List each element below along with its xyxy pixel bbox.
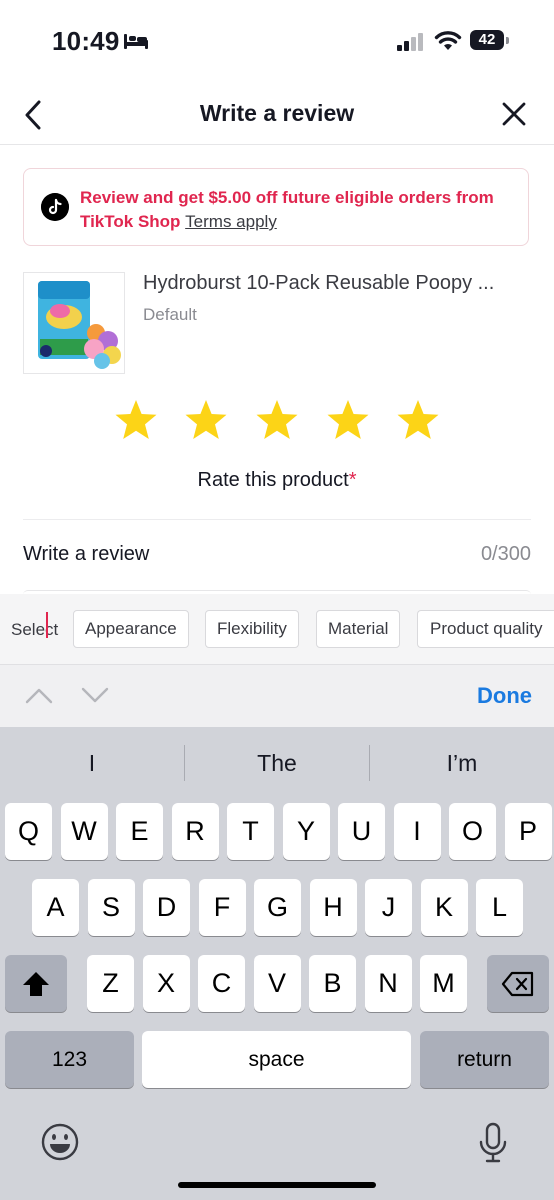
key-v[interactable]: V [253,955,301,1012]
space-key[interactable]: space [142,1031,411,1088]
tag-select-label: Select [11,620,59,639]
key-g[interactable]: G [254,879,301,936]
shift-icon [23,972,49,996]
tag-material[interactable]: Material [316,610,401,648]
product-image [38,281,121,369]
status-time: 10:49 [52,26,120,56]
key-p[interactable]: P [504,803,552,860]
return-key[interactable]: return [420,1031,549,1088]
rate-label-text: Rate this product [197,469,349,491]
wifi-icon [434,31,462,50]
tag-product-quality[interactable]: Product quality [417,610,554,648]
promo-message: Review and get $5.00 off future eligible… [80,188,494,231]
key-u[interactable]: U [338,803,385,860]
terms-link[interactable]: Terms apply [185,212,277,231]
key-z[interactable]: Z [87,955,134,1012]
suggestion-1[interactable]: I [0,750,184,777]
key-a[interactable]: A [32,879,79,936]
star-3-icon[interactable] [255,398,299,442]
cellular-signal-icon [397,33,423,51]
key-d[interactable]: D [143,879,190,936]
shift-key[interactable] [5,955,67,1012]
text-cursor [46,612,48,638]
key-e[interactable]: E [116,803,163,860]
required-mark: * [348,469,357,491]
star-5-icon[interactable] [396,398,440,442]
review-heading: Write a review [23,543,150,565]
key-q[interactable]: Q [5,803,52,860]
key-n[interactable]: N [364,955,412,1012]
battery-indicator: 42 [470,30,510,52]
key-b[interactable]: B [309,955,356,1012]
emoji-icon[interactable] [40,1122,80,1162]
key-c[interactable]: C [198,955,245,1012]
rate-label: Rate this product* [0,469,554,492]
key-f[interactable]: F [198,879,246,936]
key-i[interactable]: I [393,803,441,860]
star-2-icon[interactable] [184,398,228,442]
microphone-icon[interactable] [478,1122,508,1164]
product-variant: Default [143,305,197,324]
suggestion-2[interactable]: The [185,750,369,777]
chevron-down-icon[interactable] [81,686,109,704]
key-t[interactable]: T [227,803,274,860]
done-button[interactable]: Done [460,683,532,709]
suggestion-3[interactable]: I’m [370,750,554,777]
sleep-mode-icon [124,34,148,49]
backspace-icon [501,971,534,997]
key-w[interactable]: W [60,803,108,860]
key-s[interactable]: S [87,879,135,936]
product-name[interactable]: Hydroburst 10-Pack Reusable Poopy ... [143,272,538,295]
tiktok-logo-icon [41,193,69,221]
key-r[interactable]: R [171,803,219,860]
key-y[interactable]: Y [282,803,330,860]
delete-key[interactable] [487,955,549,1012]
battery-level: 42 [478,31,496,48]
character-count: 0/300 [480,543,531,565]
key-l[interactable]: L [476,879,523,936]
page-title: Write a review [199,100,355,126]
tag-appearance[interactable]: Appearance [73,610,189,648]
tag-flexibility[interactable]: Flexibility [205,610,299,648]
key-m[interactable]: M [420,955,467,1012]
product-thumbnail [23,272,125,374]
chevron-up-icon[interactable] [25,686,53,704]
section-divider [23,519,531,520]
star-1-icon[interactable] [114,398,158,442]
nav-divider [0,144,554,145]
key-j[interactable]: J [365,879,412,936]
key-k[interactable]: K [420,879,468,936]
star-4-icon[interactable] [326,398,370,442]
close-icon[interactable] [500,100,528,128]
numbers-key[interactable]: 123 [5,1031,134,1088]
home-indicator [178,1182,376,1188]
promo-text: Review and get $5.00 off future eligible… [80,186,520,234]
key-h[interactable]: H [309,879,357,936]
key-x[interactable]: X [142,955,190,1012]
key-o[interactable]: O [449,803,496,860]
